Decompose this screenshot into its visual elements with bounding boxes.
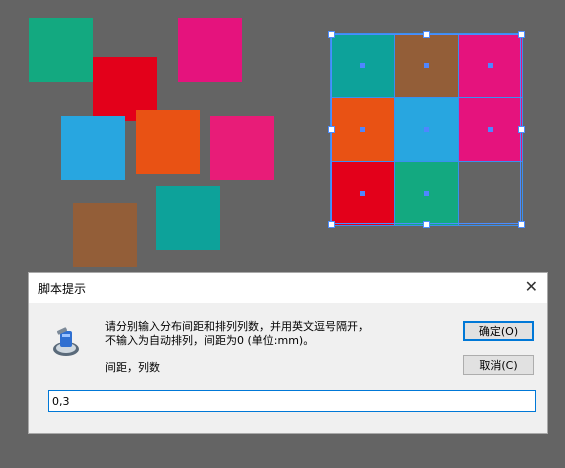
selection-handle[interactable]	[328, 221, 335, 228]
square-teal2[interactable]	[156, 186, 220, 250]
ok-button[interactable]: 确定(O)	[463, 321, 534, 341]
script-prompt-dialog: 脚本提示 ✕ 请分别输入分布间距和排列列数，并用英文逗号隔开， 不输入为自动排列…	[28, 272, 548, 434]
dialog-titlebar[interactable]: 脚本提示 ✕	[29, 273, 547, 303]
center-point-marker	[424, 63, 429, 68]
square-blue[interactable]	[61, 116, 125, 180]
input-field-label: 间距，列数	[105, 361, 160, 374]
selection-handle[interactable]	[423, 221, 430, 228]
script-app-icon	[53, 327, 79, 356]
close-icon[interactable]: ✕	[525, 277, 538, 297]
center-point-marker	[488, 127, 493, 132]
selection-handle[interactable]	[423, 31, 430, 38]
grid-cell[interactable]	[394, 33, 459, 98]
center-point-marker	[360, 63, 365, 68]
arranged-grid[interactable]	[330, 33, 523, 226]
square-pink[interactable]	[210, 116, 274, 180]
center-point-marker	[424, 127, 429, 132]
message-line-1: 请分别输入分布间距和排列列数，并用英文逗号隔开，	[105, 320, 369, 333]
selection-handle[interactable]	[328, 31, 335, 38]
center-point-marker	[488, 63, 493, 68]
grid-cell[interactable]	[330, 97, 395, 162]
dialog-title: 脚本提示	[38, 282, 87, 296]
dialog-message: 请分别输入分布间距和排列列数，并用英文逗号隔开， 不输入为自动排列，间距为0 (…	[105, 320, 369, 348]
grid-cell[interactable]	[458, 97, 523, 162]
spacing-columns-input[interactable]	[48, 390, 536, 412]
selection-handle[interactable]	[518, 31, 525, 38]
square-teal[interactable]	[29, 18, 93, 82]
grid-cell[interactable]	[394, 97, 459, 162]
message-line-2: 不输入为自动排列，间距为0 (单位:mm)。	[105, 334, 315, 347]
square-orange[interactable]	[136, 110, 200, 174]
square-brown[interactable]	[73, 203, 137, 267]
selection-handle[interactable]	[328, 126, 335, 133]
center-point-marker	[360, 127, 365, 132]
grid-cell[interactable]	[458, 161, 523, 226]
center-point-marker	[360, 191, 365, 196]
grid-cell[interactable]	[458, 33, 523, 98]
selection-handle[interactable]	[518, 221, 525, 228]
selection-handle[interactable]	[518, 126, 525, 133]
grid-cell[interactable]	[394, 161, 459, 226]
grid-cell[interactable]	[330, 33, 395, 98]
square-magenta[interactable]	[178, 18, 242, 82]
center-point-marker	[424, 191, 429, 196]
grid-cell[interactable]	[330, 161, 395, 226]
cancel-button[interactable]: 取消(C)	[463, 355, 534, 375]
